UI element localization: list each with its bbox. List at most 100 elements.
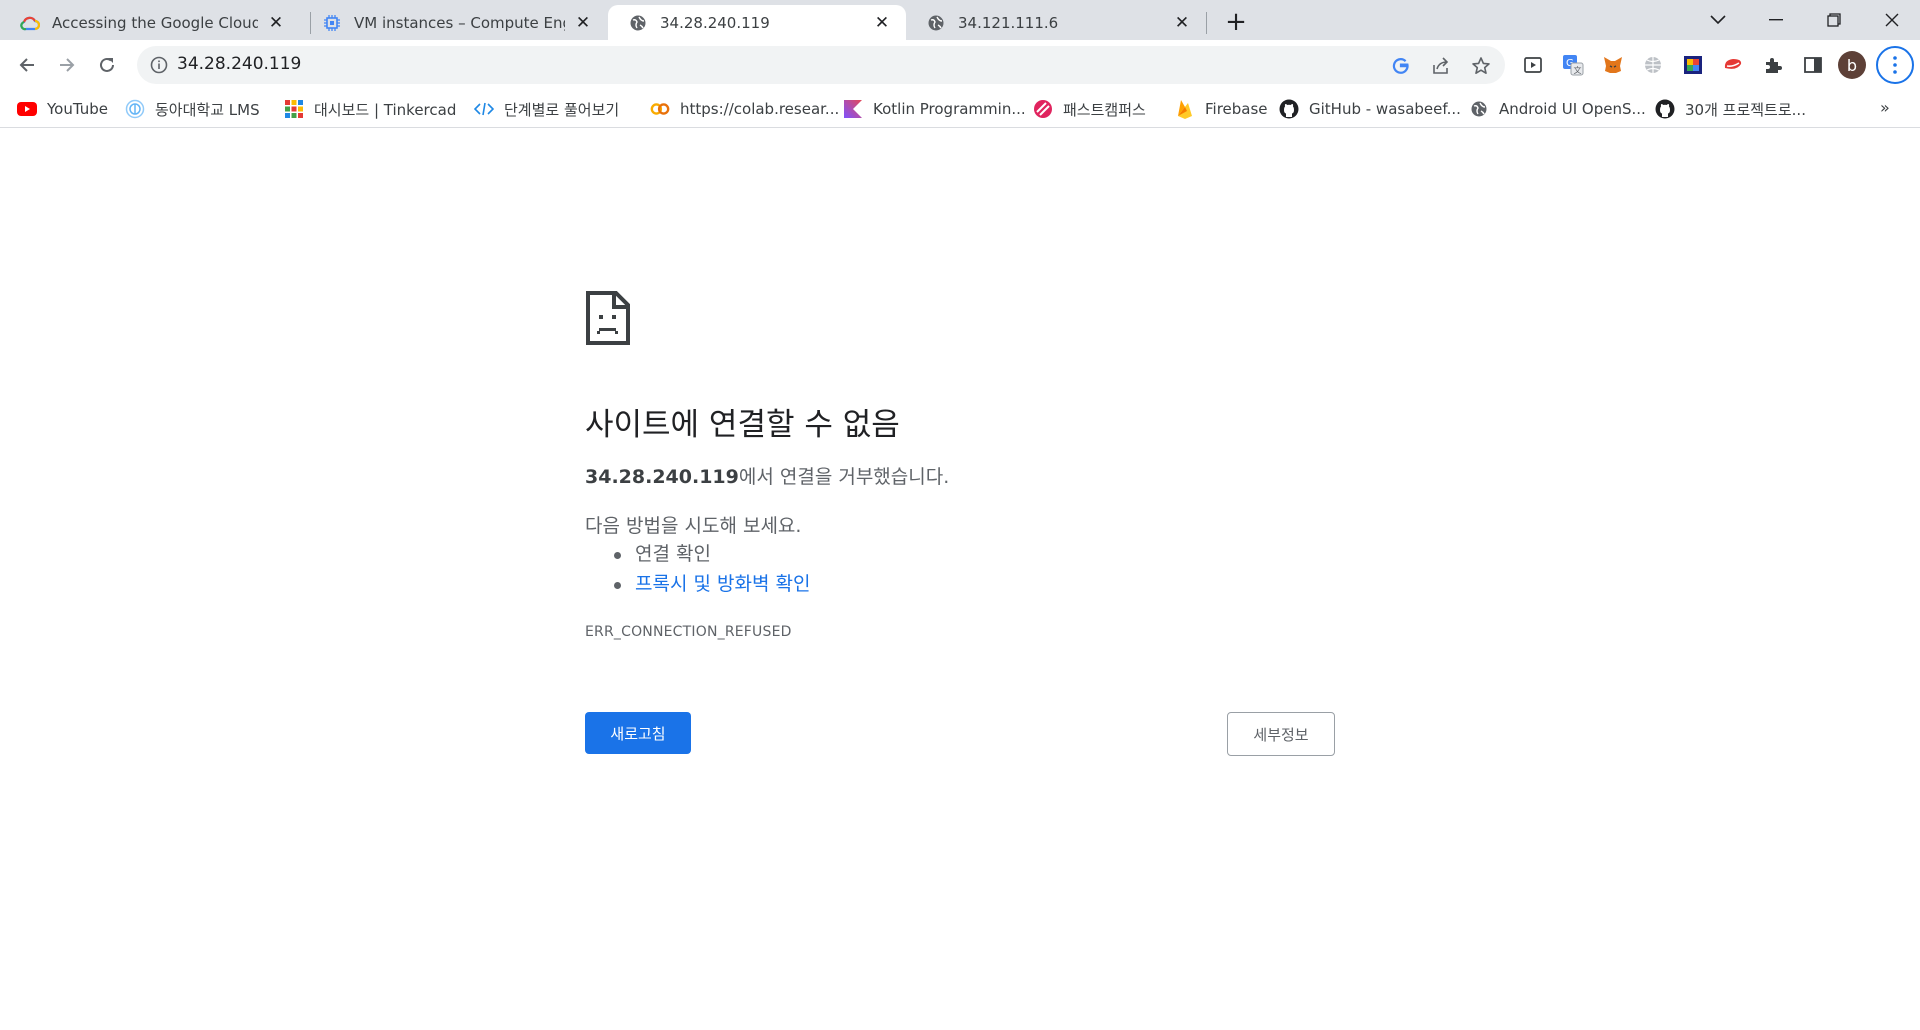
bookmark-colab[interactable]: https://colab.resear... [650, 96, 839, 122]
svg-text:文: 文 [1574, 65, 1582, 75]
github-icon [1279, 99, 1299, 119]
error-description: 34.28.240.119에서 연결을 거부했습니다. [585, 462, 949, 489]
address-bar[interactable]: 34.28.240.119 [137, 46, 1505, 84]
bookmarks-overflow-button[interactable]: » [1880, 98, 1890, 117]
bookmark-30-projects[interactable]: 30개 프로젝트로... [1655, 96, 1806, 122]
side-panel-icon[interactable] [1800, 52, 1826, 78]
profile-avatar[interactable]: b [1838, 51, 1866, 79]
media-control-icon[interactable] [1520, 52, 1546, 78]
suggestion-check-proxy-firewall-link[interactable]: 프록시 및 방화벽 확인 [612, 569, 810, 599]
bookmarks-bar: YouTube 동아대학교 LMS 대시보드 | Tinkercad 단계별로 … [0, 90, 1920, 128]
bookmark-kotlin[interactable]: Kotlin Programmin... [843, 96, 1026, 122]
metamask-fox-icon[interactable] [1600, 52, 1626, 78]
tab-title: Accessing the Google Cloud Co [52, 13, 258, 32]
close-icon[interactable]: ✕ [1172, 13, 1192, 33]
bookmark-label: https://colab.resear... [680, 100, 840, 118]
bookmark-label: 패스트캠퍼스 [1063, 100, 1146, 119]
bookmark-label: Android UI OpenS... [1499, 100, 1646, 118]
tab-34-121-111-6[interactable]: 34.121.111.6 ✕ [906, 5, 1206, 40]
extensions-puzzle-icon[interactable] [1760, 52, 1786, 78]
sad-document-icon [586, 291, 630, 345]
tab-title: 34.121.111.6 [958, 13, 1059, 32]
grey-globe-extension-icon[interactable] [1640, 52, 1666, 78]
suggestions-heading: 다음 방법을 시도해 보세요. [585, 515, 802, 537]
bookmark-label: 단계별로 풀어보기 [504, 100, 620, 119]
firebase-icon [1175, 99, 1195, 119]
bookmark-label: Kotlin Programmin... [873, 100, 1026, 118]
tab-search-button[interactable] [1690, 0, 1746, 40]
forward-arrow-icon [60, 58, 75, 72]
tab-title: 34.28.240.119 [660, 13, 770, 32]
bookmark-label: Firebase [1205, 100, 1268, 118]
bookmark-label: YouTube [47, 100, 108, 118]
code-icon [474, 99, 494, 119]
reload-icon [100, 57, 114, 72]
close-icon[interactable]: ✕ [573, 13, 593, 33]
bookmark-youtube[interactable]: YouTube [17, 96, 108, 122]
restore-button[interactable] [1806, 0, 1862, 40]
minimize-icon [1769, 19, 1783, 21]
globe-icon [1469, 99, 1489, 119]
chrome-menu-button[interactable] [1876, 46, 1914, 84]
close-icon [1885, 13, 1899, 27]
back-arrow-icon [19, 58, 34, 72]
tab-active-34-28-240-119[interactable]: 34.28.240.119 ✕ [608, 5, 906, 40]
compute-engine-icon [322, 13, 342, 33]
restore-icon [1827, 13, 1841, 27]
error-title: 사이트에 연결할 수 없음 [585, 407, 900, 443]
bookmark-label: 동아대학교 LMS [155, 100, 260, 119]
bookmark-android-ui[interactable]: Android UI OpenS... [1469, 96, 1646, 122]
tab-strip: Accessing the Google Cloud Co ✕ VM insta… [0, 0, 1920, 40]
bookmark-label: 30개 프로젝트로... [1685, 100, 1806, 119]
back-button[interactable] [10, 48, 44, 82]
bookmark-github-wasabeef[interactable]: GitHub - wasabeef... [1279, 96, 1461, 122]
lms-icon [125, 99, 145, 119]
fastcampus-icon [1033, 99, 1053, 119]
globe-icon [926, 13, 946, 33]
tab-google-cloud[interactable]: Accessing the Google Cloud Co ✕ [0, 5, 300, 40]
error-code: ERR_CONNECTION_REFUSED [585, 624, 792, 640]
bookmark-star-icon[interactable] [1470, 55, 1492, 77]
bookmark-donga-lms[interactable]: 동아대학교 LMS [125, 96, 260, 122]
close-icon[interactable]: ✕ [872, 13, 892, 33]
bookmark-label: GitHub - wasabeef... [1309, 100, 1461, 118]
error-page: 사이트에 연결할 수 없음 34.28.240.119에서 연결을 거부했습니다… [0, 129, 1920, 1030]
suggestion-check-connection: 연결 확인 [612, 539, 810, 569]
error-description-text: 에서 연결을 거부했습니다. [738, 466, 950, 488]
url-text: 34.28.240.119 [177, 54, 302, 74]
browser-toolbar: 34.28.240.119 G文 b [0, 40, 1920, 90]
tab-vm-instances[interactable]: VM instances – Compute Engine ✕ [302, 5, 607, 40]
error-host: 34.28.240.119 [585, 466, 739, 488]
bookmark-baekjoon-steps[interactable]: 단계별로 풀어보기 [474, 96, 619, 122]
google-cloud-icon [20, 13, 40, 33]
tinkercad-icon [284, 99, 304, 119]
close-window-button[interactable] [1864, 0, 1920, 40]
bookmark-tinkercad[interactable]: 대시보드 | Tinkercad [284, 96, 456, 122]
red-extension-icon[interactable] [1720, 52, 1746, 78]
colorful-extension-icon[interactable] [1680, 52, 1706, 78]
new-tab-button[interactable]: + [1222, 7, 1250, 37]
globe-icon [628, 13, 648, 33]
reload-page-button[interactable]: 새로고침 [585, 712, 691, 754]
reload-button[interactable] [90, 48, 124, 82]
share-icon[interactable] [1430, 55, 1452, 77]
translate-extension-icon[interactable]: G文 [1560, 52, 1586, 78]
close-icon[interactable]: ✕ [266, 13, 286, 33]
details-button[interactable]: 세부정보 [1227, 712, 1335, 756]
bookmark-firebase[interactable]: Firebase [1175, 96, 1268, 122]
bookmark-fastcampus[interactable]: 패스트캠퍼스 [1033, 96, 1146, 122]
bookmark-label: 대시보드 | Tinkercad [314, 100, 457, 119]
suggestions-list: 연결 확인 프록시 및 방화벽 확인 [612, 539, 810, 599]
github-icon [1655, 99, 1675, 119]
kotlin-icon [843, 99, 863, 119]
info-icon[interactable] [149, 55, 169, 75]
tab-separator [1206, 12, 1207, 34]
forward-button[interactable] [50, 48, 84, 82]
chevron-down-icon [1710, 15, 1726, 25]
youtube-icon [17, 99, 37, 119]
minimize-button[interactable] [1748, 0, 1804, 40]
colab-icon [650, 99, 670, 119]
kebab-menu-icon [1893, 56, 1897, 74]
tab-title: VM instances – Compute Engine [354, 13, 565, 32]
google-lens-icon[interactable] [1390, 55, 1412, 77]
